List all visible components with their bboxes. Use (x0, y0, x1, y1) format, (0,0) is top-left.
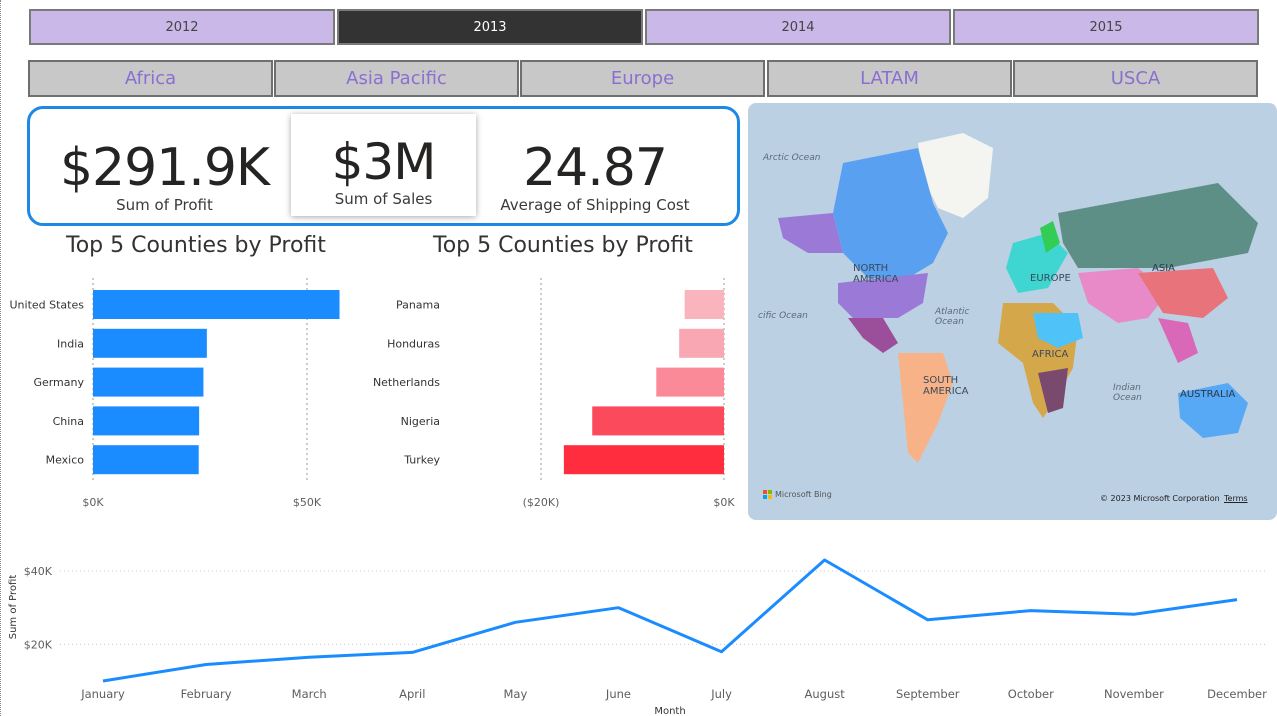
bing-logo-text: Microsoft Bing (775, 490, 832, 499)
y-axis-title: Sum of Profit (8, 575, 19, 640)
map-label-europe: EUROPE (1030, 273, 1071, 284)
x-tick-label: $0K (713, 496, 735, 509)
x-tick-label: February (181, 687, 232, 701)
category-label: China (53, 415, 84, 428)
bing-logo-icon (763, 490, 772, 499)
y-tick-label: $40K (24, 565, 53, 578)
kpi-sales-value: $3M (331, 133, 437, 191)
region-usca-button[interactable]: USCA (1013, 60, 1258, 97)
x-tick-label: May (503, 687, 527, 701)
category-label: Mexico (46, 454, 85, 467)
category-label: Nigeria (401, 415, 440, 428)
year-2015-button[interactable]: 2015 (953, 9, 1259, 45)
map-label-atlantic: Atlantic Ocean (935, 307, 970, 327)
kpi-shipping-label: Average of Shipping Cost (500, 196, 690, 214)
kpi-profit: $291.9K Sum of Profit (47, 136, 282, 214)
x-tick-label: ($20K) (523, 496, 560, 509)
x-tick-label: July (710, 687, 732, 701)
kpi-shipping-value: 24.87 (523, 138, 668, 198)
map-label-north-america: NORTH AMERICA (853, 263, 899, 285)
map-label-indian: Indian Ocean (1113, 383, 1142, 403)
map-terms-link[interactable]: Terms (1224, 494, 1248, 503)
year-2012-button[interactable]: 2012 (29, 9, 335, 45)
region-africa-button[interactable]: Africa (28, 60, 273, 97)
bar (563, 445, 724, 475)
category-label: Germany (33, 376, 84, 389)
kpi-shipping: 24.87 Average of Shipping Cost (490, 136, 700, 214)
kpi-profit-value: $291.9K (59, 138, 270, 198)
x-tick-label: June (605, 687, 631, 701)
map-attribution: © 2023 Microsoft Corporation (1100, 494, 1220, 503)
x-tick-label: September (896, 687, 960, 701)
x-tick-label: August (805, 687, 846, 701)
x-tick-label: October (1008, 687, 1054, 701)
x-tick-label: $50K (293, 496, 322, 509)
kpi-sales-label: Sum of Sales (334, 190, 433, 208)
map-label-africa: AFRICA (1032, 349, 1069, 360)
year-2014-button[interactable]: 2014 (645, 9, 951, 45)
bottom-profit-bar-chart: ($20K) $0K Panama Honduras Netherlands Nigeri… (373, 278, 735, 509)
top-profit-chart-title: Top 5 Counties by Profit (66, 233, 326, 258)
bar (679, 328, 724, 358)
map-label-pacific: cific Ocean (758, 311, 808, 321)
category-label: Honduras (387, 337, 440, 350)
bar (592, 406, 724, 436)
bar (93, 445, 199, 475)
category-label: India (57, 337, 84, 350)
bing-logo: Microsoft Bing (763, 490, 832, 499)
map-label-australia: AUSTRALIA (1180, 389, 1236, 400)
x-tick-label: March (292, 687, 327, 701)
region-asia-pacific-button[interactable]: Asia Pacific (274, 60, 519, 97)
y-tick-label: $20K (24, 638, 53, 651)
year-2013-button[interactable]: 2013 (337, 9, 643, 45)
category-label: United States (10, 299, 85, 312)
world-map-shapes (778, 133, 1258, 463)
profit-line (102, 558, 1238, 683)
bar (93, 406, 200, 436)
bar (684, 290, 724, 319)
map-label-south-america: SOUTH AMERICA (923, 375, 969, 397)
region-latam-button[interactable]: LATAM (767, 60, 1012, 97)
bar (93, 290, 340, 319)
bottom-profit-chart-title: Top 5 Counties by Profit (433, 233, 693, 258)
x-tick-label: November (1104, 687, 1164, 701)
x-axis-title: Month (654, 706, 685, 716)
kpi-sales: $3M Sum of Sales (291, 130, 476, 208)
bar (93, 367, 204, 397)
monthly-profit-line-chart: $20K $40K January February March April May June… (8, 558, 1267, 716)
x-tick-label: $0K (82, 496, 104, 509)
region-europe-button[interactable]: Europe (520, 60, 765, 97)
bar (93, 328, 207, 358)
map-label-arctic: Arctic Ocean (763, 153, 821, 163)
category-label: Netherlands (373, 376, 440, 389)
world-map[interactable]: Arctic Ocean NORTH AMERICA EUROPE ASIA A… (748, 103, 1277, 520)
x-tick-label: January (80, 687, 125, 701)
map-label-asia: ASIA (1152, 263, 1175, 274)
category-label: Panama (396, 299, 440, 312)
x-tick-label: April (399, 687, 425, 701)
category-label: Turkey (403, 454, 440, 467)
bar (656, 367, 724, 397)
x-tick-label: December (1207, 687, 1267, 701)
top-profit-bar-chart: $0K $50K United States India Germany China Mex… (10, 278, 340, 509)
